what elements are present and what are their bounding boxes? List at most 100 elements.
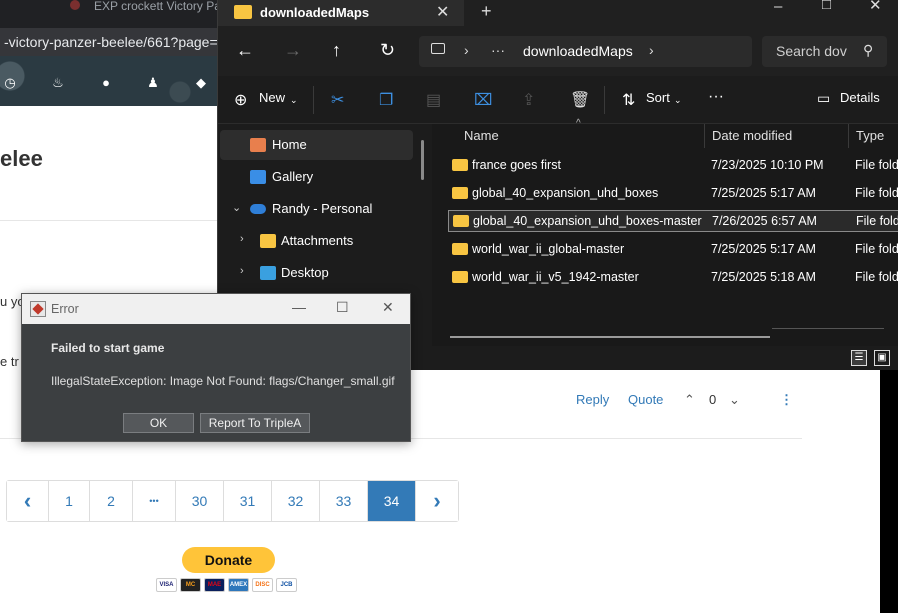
maestro-icon: MAE — [204, 578, 225, 592]
upvote-icon[interactable]: ⌃ — [684, 392, 695, 410]
close-window-button[interactable]: ✕ — [869, 0, 882, 14]
explorer-titlebar: downloadedMaps ✕ + – □ ✕ — [218, 0, 898, 26]
file-type: File fold — [855, 158, 898, 172]
column-header-name[interactable]: Name — [464, 128, 499, 143]
folder-icon — [452, 159, 468, 171]
browser-url-text[interactable]: -victory-panzer-beelee/661?page=3 — [4, 34, 225, 50]
post-menu-icon[interactable]: ⋮ — [780, 392, 793, 410]
donate-button[interactable]: Donate — [182, 547, 275, 573]
report-button[interactable]: Report To TripleA — [200, 413, 310, 433]
details-view-icon[interactable]: ☰ — [851, 350, 867, 366]
breadcrumb-ellipsis[interactable]: ··· — [491, 42, 505, 58]
new-tab-button[interactable]: + — [481, 1, 492, 22]
clock-icon[interactable]: ◷ — [3, 76, 17, 90]
sidebar-scrollbar[interactable] — [421, 140, 424, 180]
delete-icon[interactable]: 🗑 — [570, 90, 590, 110]
paste-icon[interactable]: ▤ — [426, 90, 441, 110]
dialog-maximize-button[interactable]: ☐ — [336, 299, 349, 316]
sidebar-item-label: Gallery — [272, 169, 314, 184]
tags-icon[interactable]: ◆ — [194, 76, 208, 90]
sidebar-item-onedrive[interactable]: ⌄ Randy - Personal — [220, 194, 413, 224]
back-arrow-icon[interactable]: ← — [236, 40, 254, 61]
chevron-right-icon[interactable]: › — [240, 233, 244, 245]
file-row[interactable]: global_40_expansion_uhd_boxes 7/25/2025 … — [448, 183, 898, 205]
folder-icon — [452, 187, 468, 199]
pagination: ‹ 1 2 ••• 30 31 32 33 34 › — [6, 480, 459, 522]
file-list: ^ Name Date modified Type france goes fi… — [432, 118, 898, 346]
page-button-31[interactable]: 31 — [224, 481, 272, 521]
page-button-32[interactable]: 32 — [272, 481, 320, 521]
file-date: 7/25/2025 5:17 AM — [711, 242, 816, 256]
horizontal-scrollbar[interactable] — [450, 336, 770, 338]
sidebar-item-label: Randy - Personal — [272, 201, 373, 216]
ok-button[interactable]: OK — [123, 413, 194, 433]
forward-arrow-icon[interactable]: → — [284, 40, 302, 61]
mastercard-icon: MC — [180, 578, 201, 592]
file-type: File fold — [855, 186, 898, 200]
dialog-close-button[interactable]: ✕ — [382, 299, 394, 316]
chevron-down-icon[interactable]: ⌄ — [232, 201, 241, 214]
chevron-right-icon[interactable]: › — [240, 265, 244, 277]
up-arrow-icon[interactable]: ↑ — [332, 40, 341, 61]
folder-icon — [452, 243, 468, 255]
groups-icon[interactable]: ♟ — [146, 76, 160, 90]
file-type: File fold — [855, 242, 898, 256]
page-button-34-active[interactable]: 34 — [368, 481, 416, 521]
next-page-button[interactable]: › — [416, 481, 458, 521]
quote-link[interactable]: Quote — [628, 392, 663, 410]
sidebar-item-home[interactable]: Home — [220, 130, 413, 160]
column-header-date[interactable]: Date modified — [712, 128, 792, 143]
column-divider[interactable] — [848, 124, 849, 148]
breadcrumb-current[interactable]: downloadedMaps — [523, 43, 633, 59]
folder-icon — [453, 215, 469, 227]
page-button-2[interactable]: 2 — [90, 481, 133, 521]
file-type: File fold — [855, 270, 898, 284]
address-bar[interactable]: › ··· downloadedMaps › — [419, 36, 752, 67]
sidebar-item-gallery[interactable]: Gallery — [220, 162, 413, 192]
copy-icon[interactable]: ❐ — [379, 90, 393, 110]
explorer-navbar: ← → ↑ ↻ › ··· downloadedMaps › Search do… — [218, 26, 898, 76]
home-icon — [250, 138, 266, 152]
close-tab-icon[interactable]: ✕ — [436, 2, 449, 22]
jcb-icon: JCB — [276, 578, 297, 592]
user-icon[interactable]: ● — [99, 76, 113, 90]
post-text-fragment: e tr — [0, 354, 19, 369]
error-heading: Failed to start game — [51, 341, 165, 355]
refresh-icon[interactable]: ↻ — [380, 40, 395, 61]
cut-icon[interactable]: ✂ — [331, 90, 344, 110]
page-button-30[interactable]: 30 — [176, 481, 224, 521]
details-button[interactable]: Details — [840, 90, 880, 105]
visa-icon: VISA — [156, 578, 177, 592]
column-header-type[interactable]: Type — [856, 128, 884, 143]
page-ellipsis[interactable]: ••• — [133, 481, 176, 521]
more-options-button[interactable]: ··· — [708, 88, 724, 106]
sidebar-item-desktop[interactable]: › Desktop — [220, 258, 413, 288]
chevron-left-icon: ‹ — [23, 488, 32, 513]
folder-icon — [234, 5, 252, 19]
rename-icon[interactable]: ⌧ — [474, 90, 492, 110]
page-button-33[interactable]: 33 — [320, 481, 368, 521]
file-row[interactable]: world_war_ii_global-master 7/25/2025 5:1… — [448, 239, 898, 261]
chevron-right-icon[interactable]: › — [649, 42, 654, 58]
file-row[interactable]: world_war_ii_v5_1942-master 7/25/2025 5:… — [448, 267, 898, 289]
maximize-button[interactable]: □ — [822, 0, 831, 13]
file-date: 7/25/2025 5:17 AM — [711, 186, 816, 200]
new-button[interactable]: New — [259, 90, 285, 105]
prev-page-button[interactable]: ‹ — [7, 481, 49, 521]
downvote-icon[interactable]: ⌄ — [729, 392, 740, 410]
minimize-button[interactable]: – — [774, 0, 782, 15]
sort-button[interactable]: Sort — [646, 90, 670, 105]
dialog-minimize-button[interactable]: — — [292, 299, 306, 315]
onedrive-icon — [250, 204, 266, 214]
share-icon[interactable]: ⇪ — [522, 90, 535, 110]
fire-icon[interactable]: ♨ — [51, 76, 65, 90]
page-button-1[interactable]: 1 — [49, 481, 90, 521]
reply-link[interactable]: Reply — [576, 392, 609, 410]
file-row-selected[interactable]: global_40_expansion_uhd_boxes-master 7/2… — [448, 210, 898, 232]
search-input[interactable]: Search dov ⚲ — [762, 36, 887, 67]
sidebar-item-attachments[interactable]: › Attachments — [220, 226, 413, 256]
column-divider[interactable] — [704, 124, 705, 148]
explorer-tab[interactable]: downloadedMaps ✕ — [218, 0, 464, 26]
tiles-view-icon[interactable]: ▣ — [874, 350, 890, 366]
file-row[interactable]: france goes first 7/23/2025 10:10 PM Fil… — [448, 155, 898, 177]
